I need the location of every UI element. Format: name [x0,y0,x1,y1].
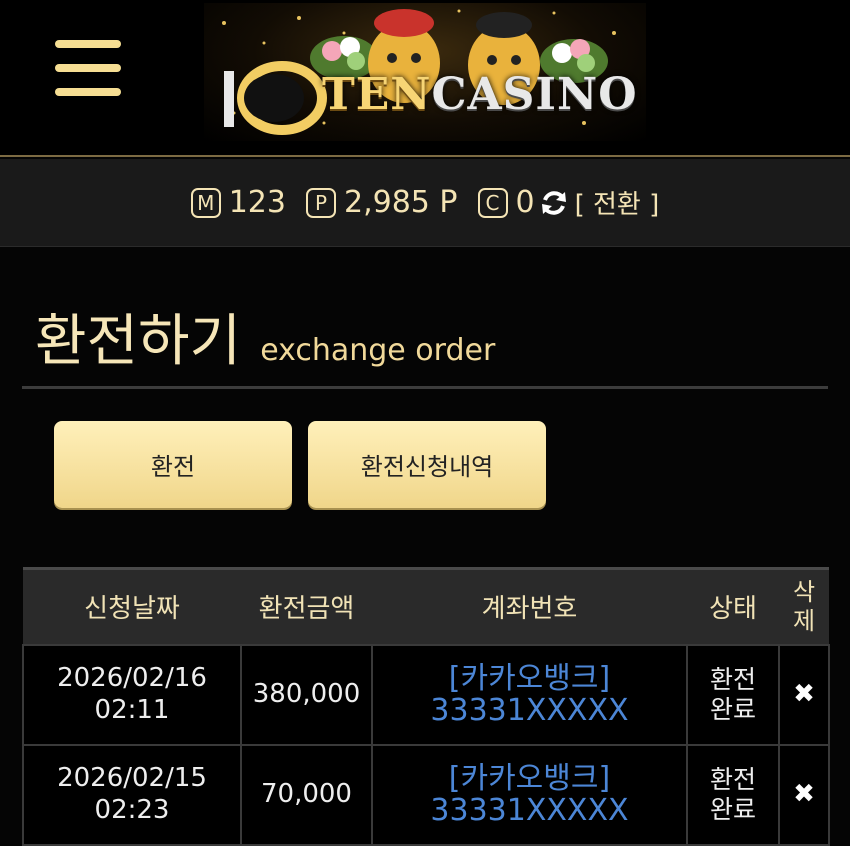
status-line-2: 완료 [709,694,756,724]
col-header-status: 상태 [687,567,779,645]
cell-delete: ✖ [778,743,830,846]
logo-word-casino: CASINO [431,69,638,120]
time-value: 02:23 [94,794,170,825]
date-value: 2026/02/15 [57,763,207,794]
refresh-icon[interactable] [539,188,569,218]
point-value: 2,985 P [343,185,458,220]
col-header-account: 계좌번호 [372,567,687,645]
cell-delete: ✖ [778,643,830,746]
delete-x-icon[interactable]: ✖ [793,679,815,709]
table-header-row: 신청날짜 환전금액 계좌번호 상태 삭 제 [23,567,829,645]
money-value: 123 [228,185,286,220]
status-line-1: 환전 [709,664,756,694]
exchange-history-tab-button[interactable]: 환전신청내역 [308,421,546,508]
col-header-amount: 환전금액 [241,567,372,645]
top-header: TENCASINO [0,0,850,157]
cell-status: 환전 완료 [686,643,780,746]
coin-balance: C 0 [ 전환 ] [477,184,660,221]
time-value: 02:11 [94,694,170,725]
exchange-history-table: 신청날짜 환전금액 계좌번호 상태 삭 제 2026/02/16 02:11 3… [22,567,830,846]
status-line-1: 환전 [709,764,756,794]
point-balance: P 2,985 P [305,185,458,220]
delete-x-icon[interactable]: ✖ [793,779,815,809]
col-header-date: 신청날짜 [23,567,241,645]
cell-account: [카카오뱅크] 33331XXXXX [371,643,688,746]
cell-amount: 70,000 [240,743,373,846]
title-divider [22,386,828,389]
money-m-icon: M [190,187,221,218]
hamburger-menu-icon[interactable] [55,40,121,98]
switch-button[interactable]: [ 전환 ] [575,184,660,221]
table-row: 2026/02/16 02:11 380,000 [카카오뱅크] 33331XX… [22,643,830,746]
page-subtitle: exchange order [260,333,496,368]
table-row: 2026/02/15 02:23 70,000 [카카오뱅크] 33331XXX… [22,743,830,846]
cell-date: 2026/02/15 02:23 [22,743,242,846]
exchange-tab-button[interactable]: 환전 [54,421,292,508]
point-p-icon: P [305,187,336,218]
cell-account: [카카오뱅크] 33331XXXXX [371,743,688,846]
money-balance: M 123 [190,185,286,220]
bank-name: [카카오뱅크] [448,761,611,796]
coin-value: 0 [515,185,535,220]
account-number: 33331XXXXX [430,692,629,728]
bank-name: [카카오뱅크] [448,661,611,696]
cell-amount: 380,000 [240,643,373,746]
account-number: 33331XXXXX [430,792,629,828]
date-value: 2026/02/16 [57,663,207,694]
cell-status: 환전 완료 [686,743,780,846]
ten-casino-logo[interactable]: TENCASINO [204,3,646,141]
coin-c-icon: C [477,187,508,218]
col-header-delete: 삭 제 [779,567,829,645]
balance-bar: M 123 P 2,985 P C 0 [ 전환 ] [0,159,850,247]
page-title-row: 환전하기 exchange order [35,296,495,377]
logo-wordmark: TENCASINO [322,69,638,120]
logo-word-ten: TEN [322,69,432,120]
page-title: 환전하기 [35,309,242,374]
status-line-2: 완료 [709,794,756,824]
cell-date: 2026/02/16 02:11 [22,643,242,746]
